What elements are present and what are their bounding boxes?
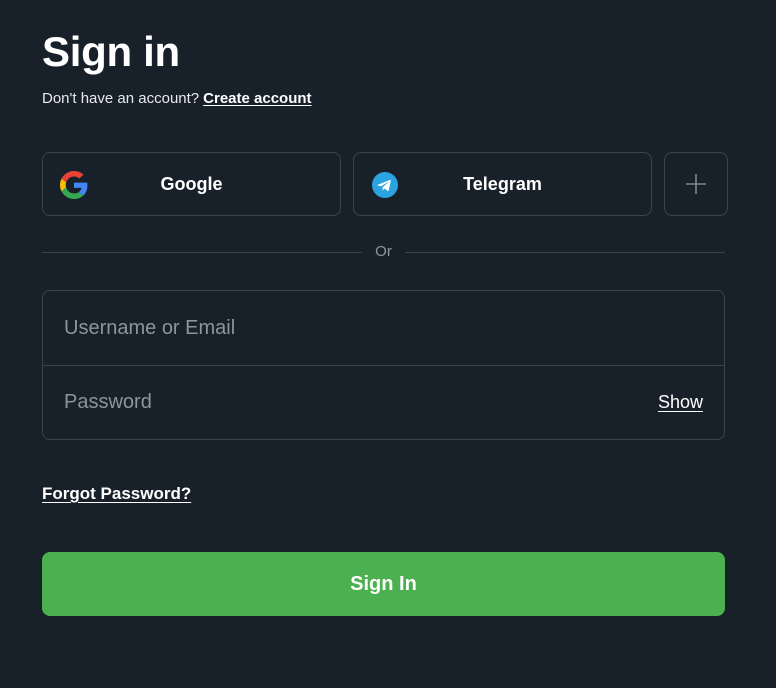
password-row: Show (43, 365, 724, 439)
google-icon (60, 171, 88, 199)
google-login-button[interactable]: Google (42, 152, 341, 216)
show-password-toggle[interactable]: Show (658, 392, 703, 413)
password-input[interactable] (43, 366, 724, 439)
sign-in-page: Sign in Don't have an account? Create acc… (0, 0, 776, 688)
social-login-row: Google Telegram (42, 152, 728, 216)
create-account-link[interactable]: Create account (203, 90, 311, 107)
forgot-password-link[interactable]: Forgot Password? (42, 484, 191, 504)
username-row (43, 291, 724, 365)
create-account-prompt: Don't have an account? Create account (42, 89, 312, 109)
no-account-text: Don't have an account? (42, 90, 200, 107)
credentials-group: Show (42, 290, 725, 440)
plus-icon (686, 174, 706, 194)
more-options-button[interactable] (664, 152, 728, 216)
page-title: Sign in (42, 28, 180, 75)
telegram-login-button[interactable]: Telegram (353, 152, 652, 216)
google-label: Google (160, 173, 223, 194)
telegram-label: Telegram (463, 173, 542, 194)
telegram-icon (372, 172, 398, 198)
or-divider: Or (42, 242, 725, 262)
divider-line-right (405, 252, 725, 253)
username-email-input[interactable] (43, 291, 724, 365)
sign-in-button[interactable]: Sign In (42, 552, 725, 616)
